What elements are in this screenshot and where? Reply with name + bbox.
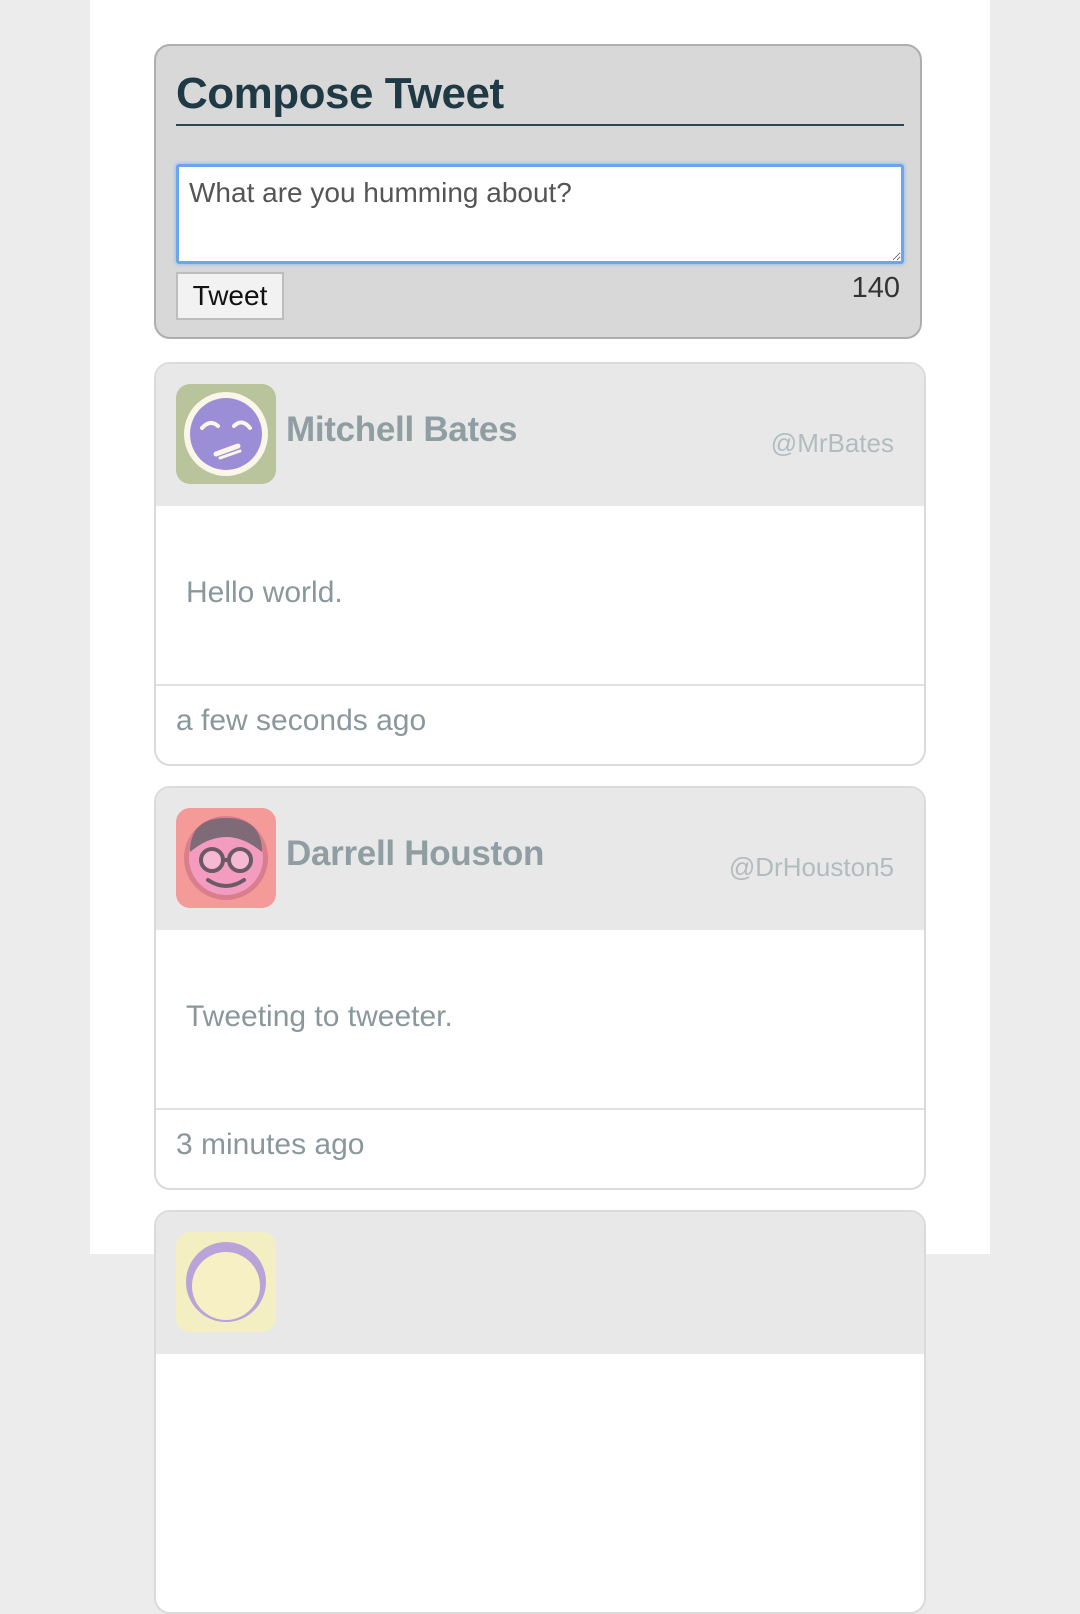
author-name: Darrell Houston <box>286 834 545 873</box>
tweet-card <box>154 1210 926 1614</box>
author-handle: @DrHouston5 <box>728 852 894 882</box>
tweet-body: Tweeting to tweeter. <box>156 930 924 1110</box>
tweet-card: Mitchell Bates @MrBates Hello world. a f… <box>154 362 926 766</box>
face-icon <box>176 1232 276 1332</box>
smiling-face-icon <box>176 384 276 484</box>
tweet-header: Mitchell Bates @MrBates <box>156 364 924 506</box>
tweet-card: Darrell Houston @DrHouston5 Tweeting to … <box>154 786 926 1190</box>
glasses-face-icon <box>176 808 276 908</box>
tweet-button[interactable]: Tweet <box>176 272 284 320</box>
tweet-header: Darrell Houston @DrHouston5 <box>156 788 924 930</box>
character-counter: 140 <box>851 272 900 304</box>
tweet-timestamp: 3 minutes ago <box>176 1128 365 1161</box>
compose-title: Compose Tweet <box>176 68 904 126</box>
author-name: Mitchell Bates <box>286 410 518 449</box>
compose-tweet-panel: Compose Tweet Tweet 140 <box>154 44 922 339</box>
tweet-text: Hello world. <box>186 576 343 609</box>
author-handle: @MrBates <box>770 428 894 458</box>
tweet-header <box>156 1212 924 1354</box>
page-container: Compose Tweet Tweet 140 Mitchell Bates @… <box>90 0 990 1614</box>
tweet-textarea[interactable] <box>176 164 904 264</box>
tweet-body: Hello world. <box>156 506 924 686</box>
tweet-text: Tweeting to tweeter. <box>186 1000 453 1033</box>
tweet-timestamp: a few seconds ago <box>176 704 427 737</box>
